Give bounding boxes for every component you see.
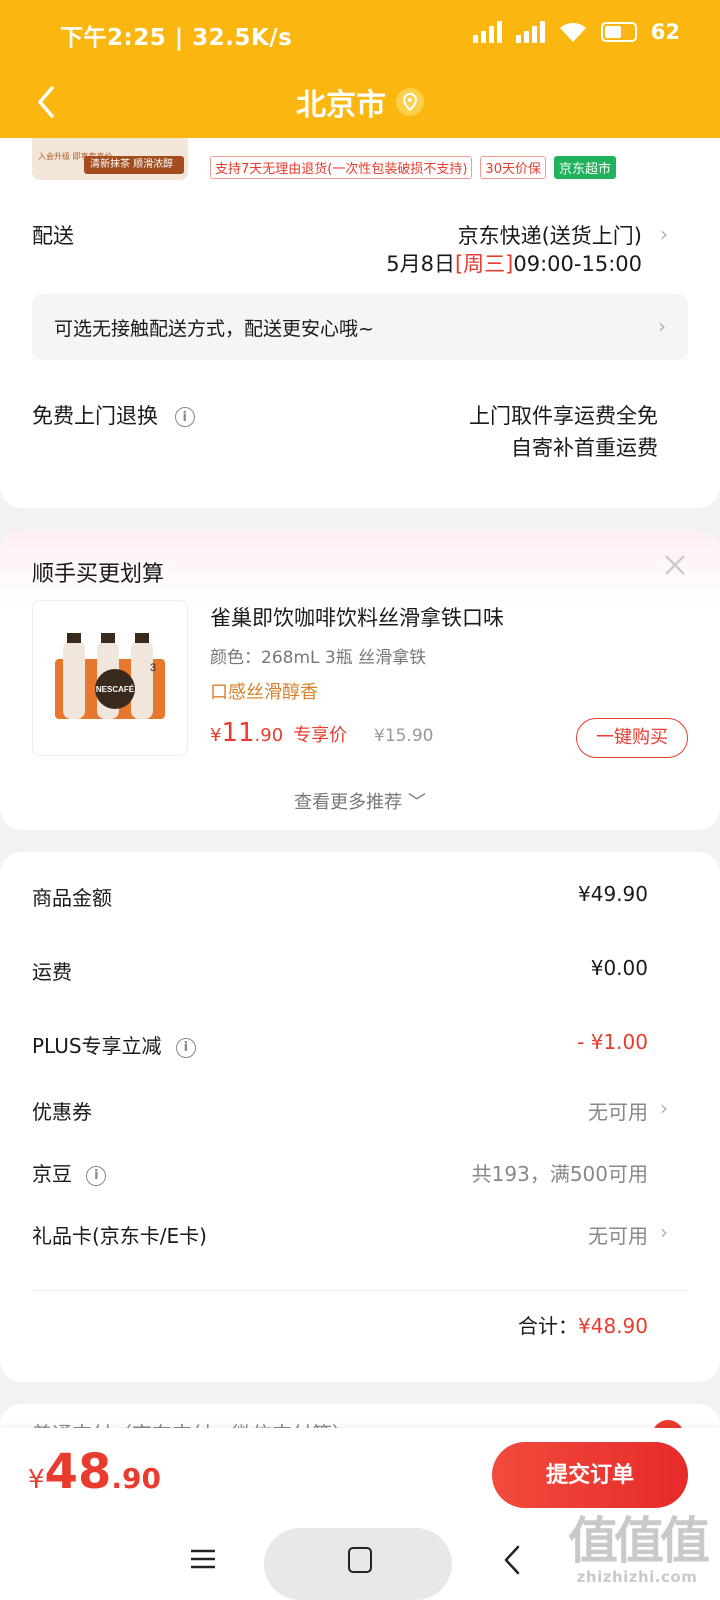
free-return-text: 免费上门退换	[32, 404, 158, 428]
fee-value: ¥49.90	[578, 882, 648, 906]
wifi-icon	[559, 21, 587, 43]
fee-label: PLUS专享立减 i	[32, 1030, 196, 1059]
checkout-bar: ¥48.90 提交订单	[0, 1428, 720, 1520]
price-dec: .90	[111, 1462, 161, 1495]
fee-label: 京豆 i	[32, 1158, 107, 1187]
divider	[32, 1290, 688, 1291]
nav-bar: 北京市	[0, 68, 720, 138]
signal-icon	[472, 21, 502, 43]
delivery-weekday: [周三]	[454, 252, 514, 276]
contactless-text: 可选无接触配送方式，配送更安心哦~	[54, 318, 374, 340]
delivery-method[interactable]: 京东快递(送货上门)	[458, 220, 642, 250]
price-protect-tag: 30天价保	[480, 156, 546, 179]
price-int: 11	[221, 718, 255, 748]
fee-label: 运费	[32, 960, 72, 984]
chevron-right-icon[interactable]: ›	[660, 1096, 668, 1120]
product-thumbnail[interactable]: 入会升级 即享专享价 清新抹茶 顺滑浓醇	[32, 138, 188, 180]
recommend-title: 顺手买更划算	[32, 562, 165, 587]
watermark-logo: 值值值 zhizhizhi.com	[568, 1512, 710, 1586]
info-icon[interactable]: i	[174, 407, 195, 427]
chevron-right-icon[interactable]: ›	[660, 222, 668, 246]
total-label: 合计：	[518, 1314, 579, 1338]
watermark-url: zhizhizhi.com	[576, 1568, 698, 1586]
free-return-label: 免费上门退换 i	[32, 400, 195, 430]
fee-value: 共193，满500可用	[471, 1162, 648, 1186]
fee-summary-card: 商品金额 ¥49.90 运费 ¥0.00 PLUS专享立减 i - ¥1.00 …	[0, 852, 720, 1382]
more-recommendations-link[interactable]: 查看更多推荐 ﹀	[0, 788, 720, 814]
recommend-product-spec: 颜色：268mL 3瓶 丝滑拿铁	[210, 648, 427, 668]
total-amount: ¥48.90	[578, 1314, 648, 1338]
delivery-window: 09:00-15:00	[513, 252, 642, 276]
close-icon[interactable]	[662, 552, 688, 578]
battery-percent: 62	[650, 20, 680, 44]
delivery-time[interactable]: 5月8日[周三]09:00-15:00	[386, 248, 642, 278]
fee-value: ¥0.00	[590, 956, 648, 980]
fee-row-coupon[interactable]: 优惠券 无可用	[32, 1096, 648, 1125]
thumb-brand-text: NESCAFÉ	[96, 685, 135, 694]
recommend-product-feature: 口感丝滑醇香	[210, 682, 318, 703]
fee-row-goods: 商品金额 ¥49.90	[32, 882, 648, 911]
system-back-icon[interactable]	[502, 1544, 522, 1576]
page-title: 北京市	[296, 88, 386, 123]
fee-value: 无可用	[588, 1100, 648, 1124]
status-time: 下午2:25 | 32.5K/s	[60, 25, 293, 51]
price-symbol: ¥	[210, 725, 222, 746]
fee-row-shipping: 运费 ¥0.00	[32, 956, 648, 985]
fee-row-jingdou: 京豆 i 共193，满500可用	[32, 1158, 648, 1187]
return-policy-tag: 支持7天无理由退货(一次性包装破损不支持)	[210, 156, 473, 179]
location-pin-icon[interactable]	[396, 88, 424, 116]
submit-order-button[interactable]: 提交订单	[492, 1442, 688, 1508]
menu-icon[interactable]	[190, 1548, 216, 1570]
thumb-count-text: 3	[150, 662, 156, 674]
chevron-right-icon: ›	[658, 314, 666, 338]
fee-label: 商品金额	[32, 886, 112, 910]
delivery-label: 配送	[32, 224, 74, 248]
recommend-price: ¥11.90 专享价	[210, 718, 347, 748]
home-icon[interactable]	[348, 1547, 372, 1573]
price-int: 48	[44, 1444, 112, 1500]
fee-row-gift-card[interactable]: 礼品卡(京东卡/E卡) 无可用	[32, 1220, 648, 1249]
fee-row-plus-discount: PLUS专享立减 i - ¥1.00	[32, 1030, 648, 1059]
signal-icon	[515, 21, 545, 43]
delivery-date: 5月8日	[386, 252, 455, 276]
status-icons: 62	[472, 20, 680, 44]
service-tags: 支持7天无理由退货(一次性包装破损不支持) 30天价保 京东超市	[210, 156, 616, 179]
one-click-buy-button[interactable]: 一键购买	[576, 718, 688, 758]
battery-icon	[600, 22, 637, 42]
fee-value: 无可用	[588, 1224, 648, 1248]
jd-supermarket-tag: 京东超市	[553, 156, 616, 179]
currency-symbol: ¥	[28, 1465, 45, 1495]
watermark-big: 值值值	[568, 1512, 710, 1570]
status-bar: 下午2:25 | 32.5K/s 62	[0, 0, 720, 68]
thumbnail-text-right: 清新抹茶 顺滑浓醇	[84, 156, 184, 174]
delivery-card: 入会升级 即享专享价 清新抹茶 顺滑浓醇 支持7天无理由退货(一次性包装破损不支…	[0, 138, 720, 508]
total-row: 合计：¥48.90	[518, 1310, 648, 1339]
fee-label: 礼品卡(京东卡/E卡)	[32, 1224, 207, 1248]
free-return-line1: 上门取件享运费全免	[469, 404, 658, 428]
jingdou-label: 京豆	[32, 1162, 72, 1186]
plus-label: PLUS专享立减	[32, 1034, 162, 1058]
fee-label: 优惠券	[32, 1100, 92, 1124]
info-icon[interactable]: i	[175, 1037, 196, 1058]
info-icon[interactable]: i	[86, 1165, 107, 1186]
recommend-card: 顺手买更划算 NESCAFÉ 3 雀巢即饮咖啡饮料丝滑拿铁口味 颜色：268mL…	[0, 530, 720, 830]
free-return-line2: 自寄补首重运费	[511, 436, 658, 460]
chevron-right-icon[interactable]: ›	[660, 1220, 668, 1244]
exclusive-price-label: 专享价	[293, 725, 348, 746]
bottom-total-price: ¥48.90	[28, 1444, 161, 1500]
original-price: ¥15.90	[374, 726, 434, 746]
recommend-product-image[interactable]: NESCAFÉ 3	[32, 600, 188, 756]
contactless-delivery-option[interactable]: 可选无接触配送方式，配送更安心哦~ ›	[32, 294, 688, 360]
recommend-product-name[interactable]: 雀巢即饮咖啡饮料丝滑拿铁口味	[210, 602, 504, 632]
price-dec: .90	[254, 725, 284, 746]
fee-value: - ¥1.00	[577, 1030, 648, 1054]
